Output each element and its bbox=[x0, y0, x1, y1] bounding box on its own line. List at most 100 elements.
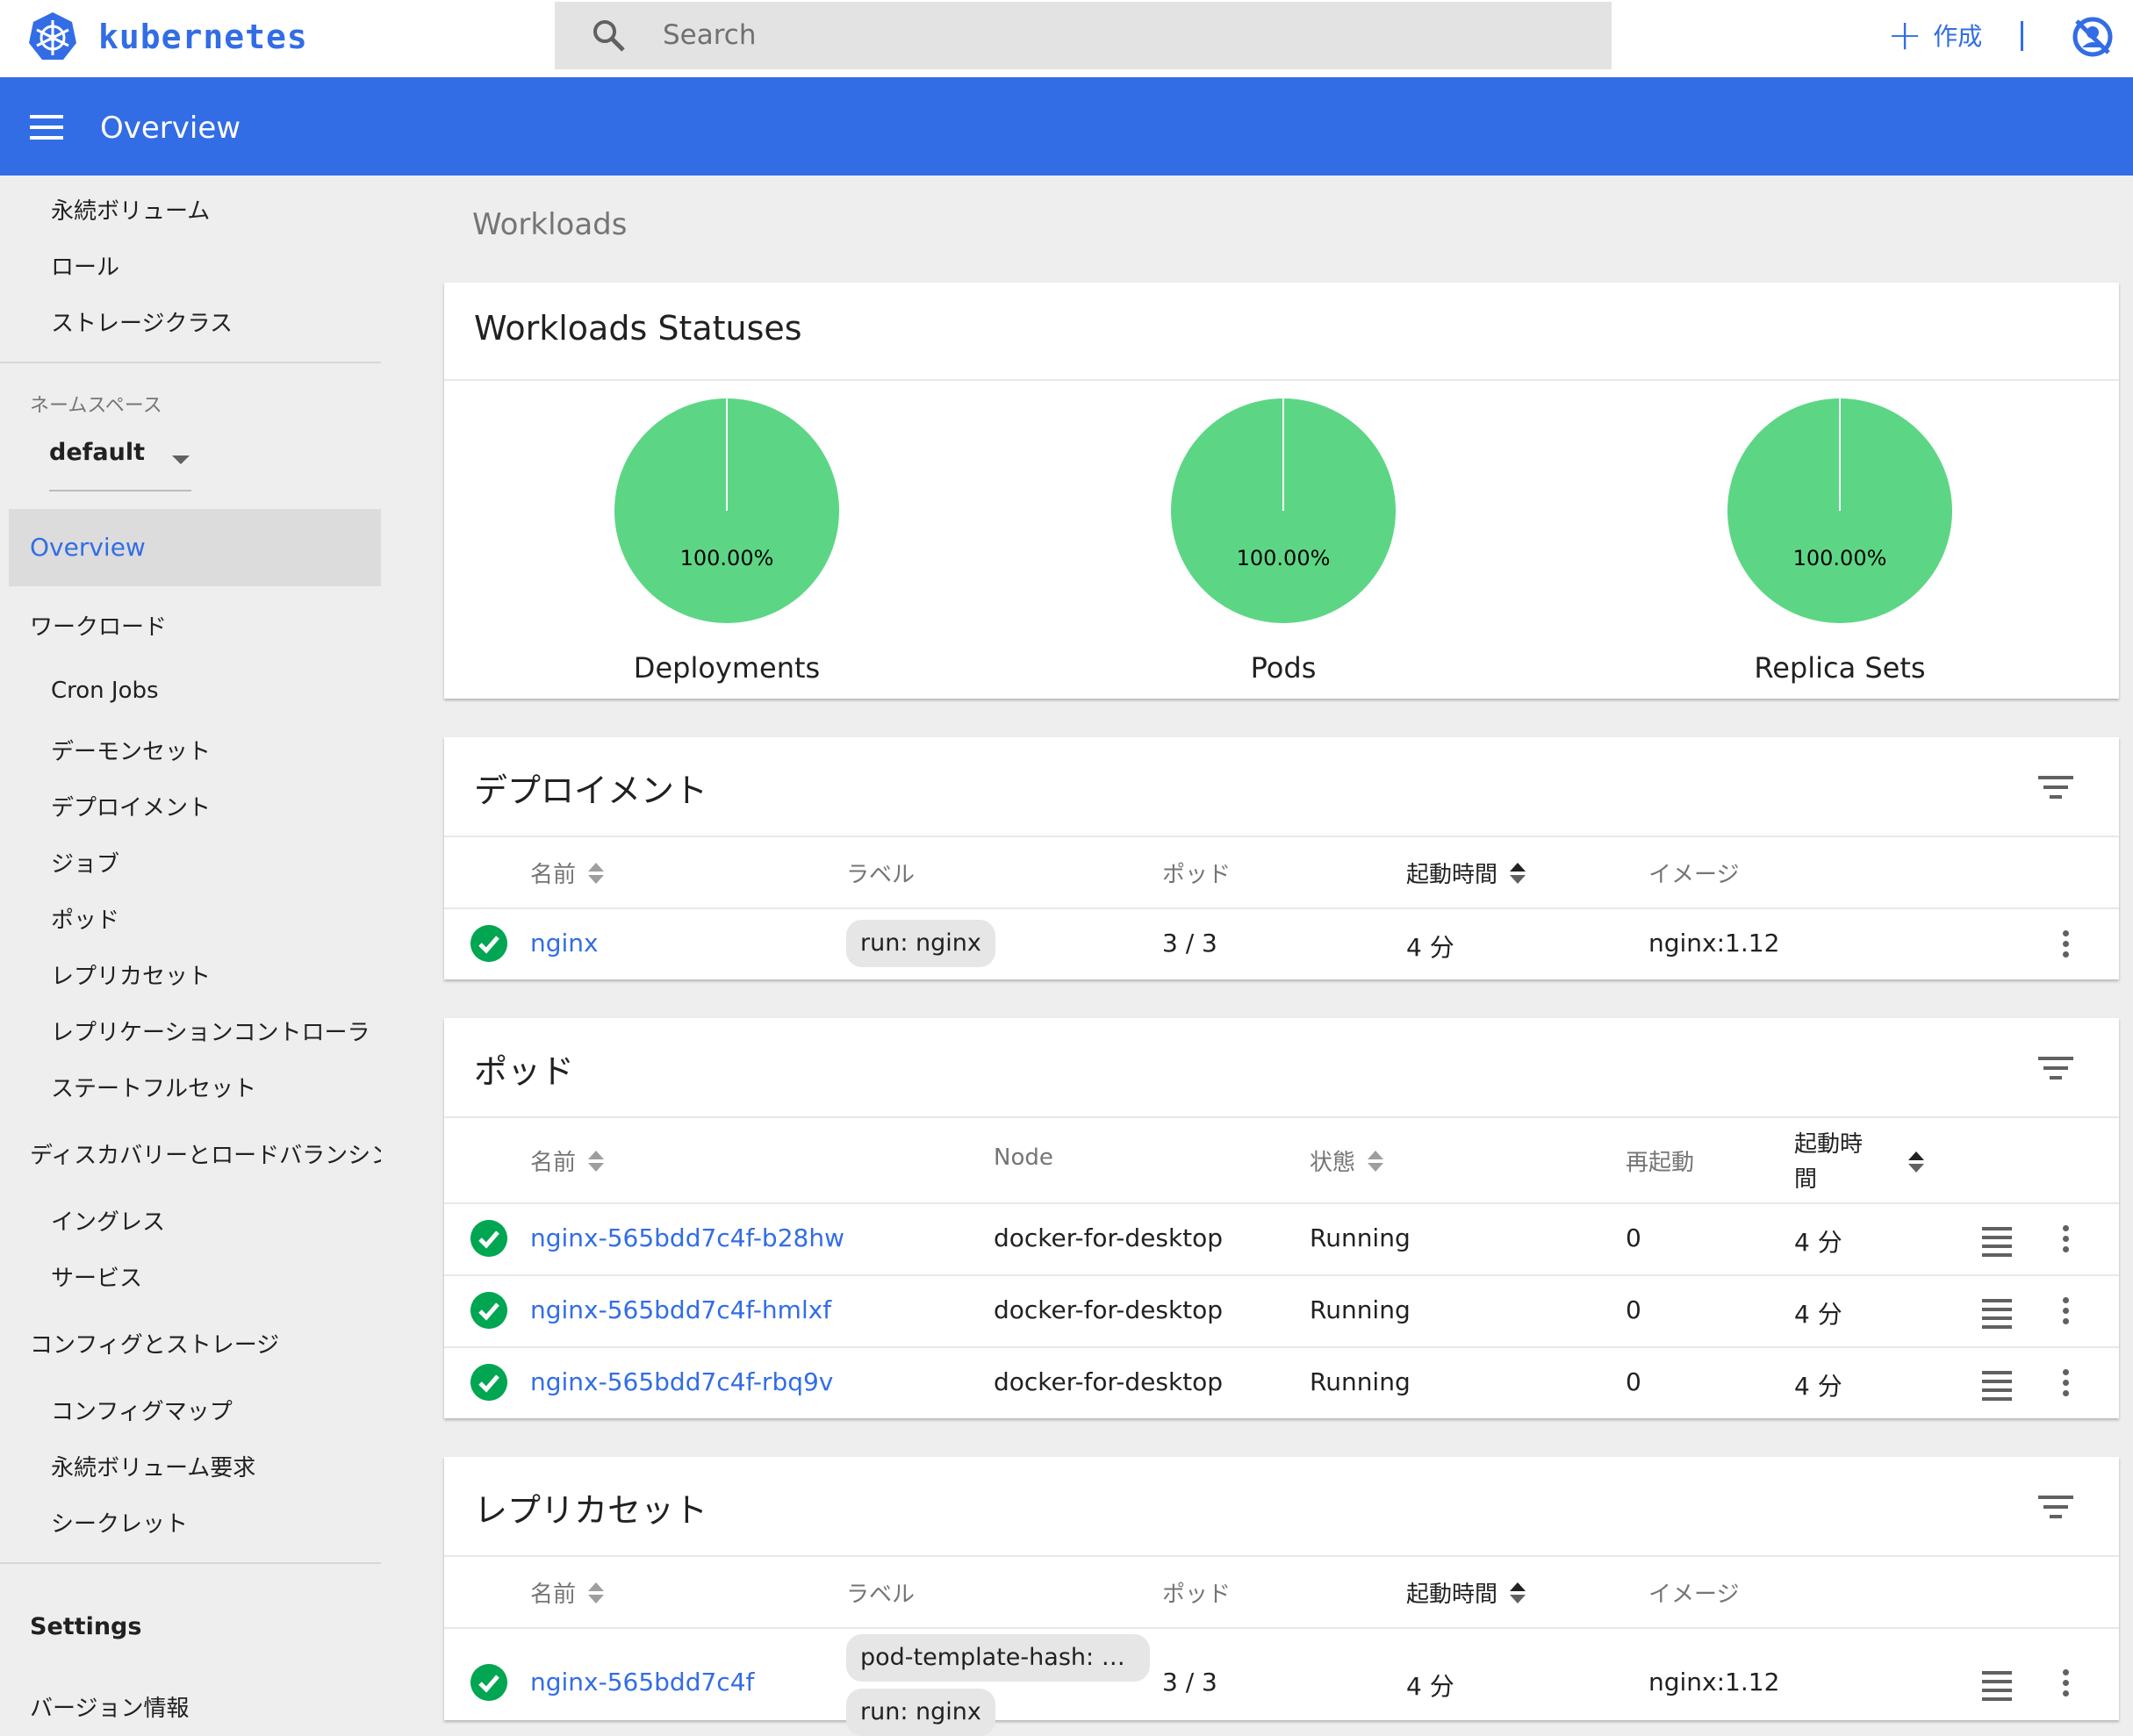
sidebar-item-config-maps[interactable]: コンフィグマップ bbox=[51, 1394, 381, 1426]
sidebar-item-pvcs[interactable]: 永続ボリューム要求 bbox=[51, 1450, 381, 1482]
pod-name-link[interactable]: nginx-565bdd7c4f-b28hw bbox=[530, 1223, 844, 1252]
sidebar-item-ingresses[interactable]: イングレス bbox=[51, 1204, 381, 1237]
sidebar-item-jobs[interactable]: ジョブ bbox=[51, 846, 381, 879]
pie-chart-deployments: 100.00% Deployments bbox=[613, 397, 841, 686]
pie-label[interactable]: Replica Sets bbox=[1673, 651, 2007, 685]
sidebar-header-discovery[interactable]: ディスカバリーとロードバランシング bbox=[30, 1137, 381, 1170]
label-chip: run: nginx bbox=[846, 1689, 995, 1736]
column-header-age[interactable]: 起動時間 bbox=[1794, 1127, 1924, 1197]
sidebar-item-persistent-volumes[interactable]: 永続ボリューム bbox=[51, 193, 381, 226]
card-divider bbox=[444, 379, 2119, 381]
success-check-icon bbox=[470, 1364, 507, 1401]
namespace-select[interactable]: default bbox=[49, 439, 191, 491]
sort-icon bbox=[588, 862, 605, 884]
logs-icon[interactable] bbox=[1982, 1227, 2012, 1262]
sort-icon bbox=[588, 1150, 605, 1172]
more-vert-icon[interactable] bbox=[2063, 1297, 2070, 1329]
hamburger-menu-icon[interactable] bbox=[30, 115, 63, 147]
column-header-name[interactable]: 名前 bbox=[530, 1576, 605, 1609]
sidebar-item-replication-controllers[interactable]: レプリケーションコントローラ bbox=[51, 1015, 381, 1047]
column-header-pods: ポッド bbox=[1162, 1582, 1232, 1608]
label-chip: pod-template-hash: 1216883709 bbox=[846, 1634, 1150, 1682]
column-header-node: Node bbox=[994, 1144, 1053, 1171]
success-check-icon bbox=[470, 1292, 507, 1329]
column-header-name[interactable]: 名前 bbox=[530, 857, 605, 889]
sidebar-item-overview[interactable]: Overview bbox=[9, 509, 381, 586]
pie-deployments-graphic bbox=[614, 398, 839, 623]
logs-icon[interactable] bbox=[1982, 1299, 2012, 1334]
filter-icon[interactable] bbox=[2038, 1496, 2073, 1524]
restarts-value: 0 bbox=[1626, 1223, 1641, 1252]
age-value: 4 分 bbox=[1406, 1672, 1454, 1701]
pie-label[interactable]: Pods bbox=[1117, 651, 1450, 685]
page-title: Overview bbox=[100, 111, 241, 146]
column-header-labels: ラベル bbox=[846, 1582, 916, 1608]
column-header-image: イメージ bbox=[1648, 1582, 1740, 1608]
pods-card: ポッド 名前 Node 状態 再起動 起動時間 nginx-565bdd7c4f… bbox=[444, 1018, 2119, 1418]
logs-icon[interactable] bbox=[1982, 1671, 2012, 1706]
more-vert-icon[interactable] bbox=[2063, 930, 2070, 962]
row-divider bbox=[444, 1202, 2119, 1204]
sidebar-item-stateful-sets[interactable]: ステートフルセット bbox=[51, 1071, 381, 1103]
deployment-name-link[interactable]: nginx bbox=[530, 929, 599, 958]
card-divider bbox=[444, 1116, 2119, 1118]
column-header-status[interactable]: 状態 bbox=[1310, 1144, 1384, 1177]
sidebar: 永続ボリューム ロール ストレージクラス ネームスペース default Ove… bbox=[0, 176, 381, 1722]
sidebar-item-storage-classes[interactable]: ストレージクラス bbox=[51, 305, 381, 338]
section-title: Workloads bbox=[472, 207, 628, 242]
pod-name-link[interactable]: nginx-565bdd7c4f-hmlxf bbox=[530, 1295, 831, 1324]
pie-pods-graphic bbox=[1171, 398, 1396, 623]
namespace-value: default bbox=[49, 439, 145, 466]
user-account-off-icon[interactable] bbox=[2072, 16, 2114, 58]
more-vert-icon[interactable] bbox=[2063, 1369, 2070, 1401]
column-header-age[interactable]: 起動時間 bbox=[1406, 1576, 1526, 1609]
row-divider bbox=[444, 1627, 2119, 1629]
sidebar-item-deployments[interactable]: デプロイメント bbox=[51, 790, 381, 822]
column-header-age[interactable]: 起動時間 bbox=[1406, 857, 1526, 889]
sidebar-item-settings[interactable]: Settings bbox=[30, 1613, 381, 1640]
search-icon bbox=[593, 20, 625, 52]
sidebar-item-roles[interactable]: ロール bbox=[51, 249, 381, 282]
sidebar-divider bbox=[0, 1562, 381, 1564]
sidebar-header-config[interactable]: コンフィグとストレージ bbox=[30, 1327, 381, 1359]
search-input[interactable]: Search bbox=[555, 2, 1612, 69]
node-value: docker-for-desktop bbox=[994, 1367, 1224, 1396]
more-vert-icon[interactable] bbox=[2063, 1225, 2070, 1257]
column-header-label: 名前 bbox=[530, 1150, 577, 1176]
sidebar-item-secrets[interactable]: シークレット bbox=[51, 1506, 381, 1539]
replica-sets-card: レプリカセット 名前 ラベル ポッド 起動時間 イメージ nginx-565bd… bbox=[444, 1457, 2119, 1736]
success-check-icon bbox=[470, 1664, 507, 1701]
status-value: Running bbox=[1310, 1223, 1411, 1252]
pie-label[interactable]: Deployments bbox=[560, 651, 894, 685]
sidebar-item-services[interactable]: サービス bbox=[51, 1260, 381, 1293]
card-divider bbox=[444, 836, 2119, 837]
more-vert-icon[interactable] bbox=[2063, 1669, 2070, 1701]
create-button[interactable]: + 作成 bbox=[1887, 14, 1982, 56]
sidebar-header-workloads[interactable]: ワークロード bbox=[30, 609, 381, 642]
filter-icon[interactable] bbox=[2038, 776, 2073, 805]
card-title: レプリカセット bbox=[474, 1491, 708, 1530]
node-value: docker-for-desktop bbox=[994, 1223, 1224, 1252]
sidebar-item-replica-sets[interactable]: レプリカセット bbox=[51, 958, 381, 991]
kubernetes-logo[interactable]: kubernetes bbox=[26, 11, 308, 63]
card-title: デプロイメント bbox=[474, 771, 708, 810]
sidebar-item-daemon-sets[interactable]: デーモンセット bbox=[51, 734, 381, 766]
filter-icon[interactable] bbox=[2038, 1057, 2073, 1086]
search-placeholder: Search bbox=[663, 19, 757, 51]
pod-name-link[interactable]: nginx-565bdd7c4f-rbq9v bbox=[530, 1367, 833, 1396]
column-header-label: 起動時間 bbox=[1406, 862, 1498, 888]
age-value: 4 分 bbox=[1794, 1228, 1842, 1257]
top-bar: kubernetes Search + 作成 bbox=[0, 0, 2133, 77]
sidebar-item-about[interactable]: バージョン情報 bbox=[30, 1690, 381, 1723]
sidebar-item-pods[interactable]: ポッド bbox=[51, 902, 381, 935]
age-value: 4 分 bbox=[1794, 1372, 1842, 1401]
pie-percent: 100.00% bbox=[679, 546, 774, 570]
replicaset-name-link[interactable]: nginx-565bdd7c4f bbox=[530, 1668, 754, 1697]
column-header-label-line2: 間 bbox=[1794, 1166, 1818, 1193]
sidebar-item-cron-jobs[interactable]: Cron Jobs bbox=[51, 678, 381, 704]
pie-replica-sets-graphic bbox=[1727, 398, 1952, 623]
column-header-restarts: 再起動 bbox=[1626, 1150, 1695, 1176]
logs-icon[interactable] bbox=[1982, 1371, 2012, 1406]
pods-count: 3 / 3 bbox=[1162, 929, 1217, 958]
column-header-name[interactable]: 名前 bbox=[530, 1144, 605, 1177]
